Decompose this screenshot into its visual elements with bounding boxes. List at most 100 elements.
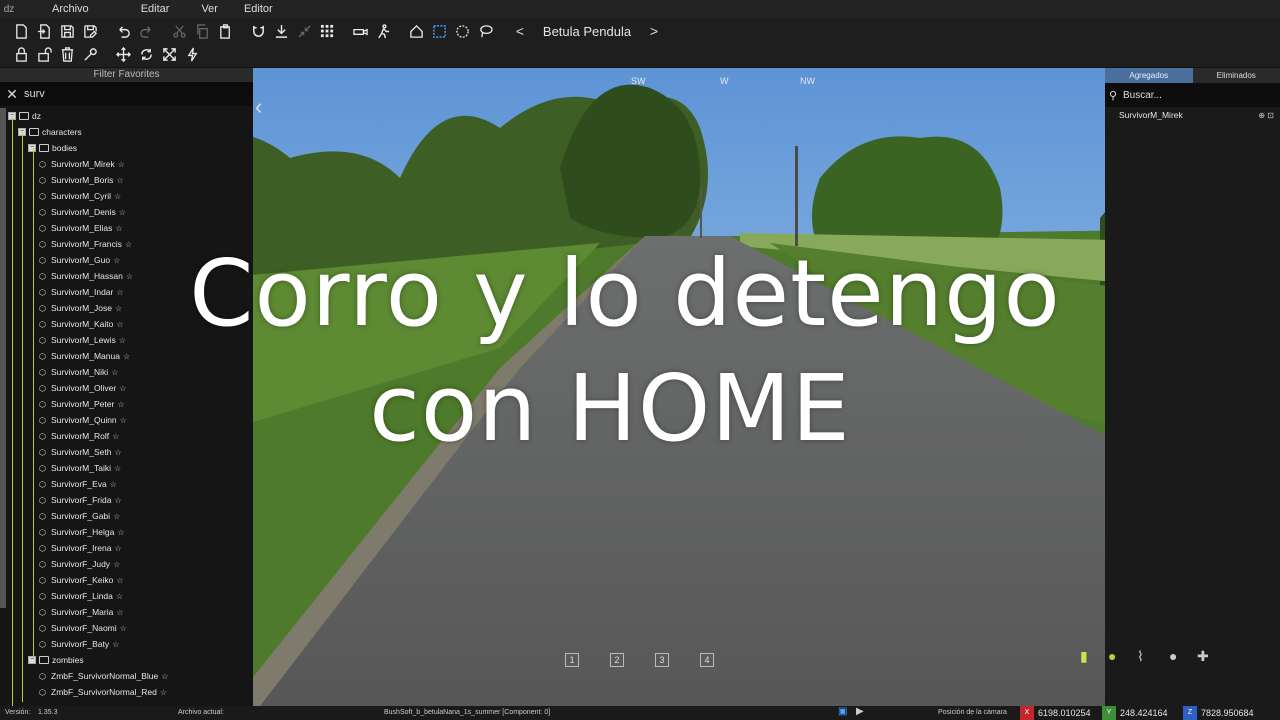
item-actions-icon[interactable]: ⊕ ⊡ xyxy=(1258,111,1274,120)
favorite-star-icon[interactable]: ☆ xyxy=(116,176,123,185)
tree-folder-characters[interactable]: −characters xyxy=(18,124,82,140)
tree-item[interactable]: ⬡ ZmbF_SurvivorNormal_Blue ☆ xyxy=(39,668,168,684)
favorite-star-icon[interactable]: ☆ xyxy=(114,448,121,457)
favorite-star-icon[interactable]: ☆ xyxy=(113,512,120,521)
tree-item[interactable]: ⬡ SurvivorM_Seth ☆ xyxy=(39,444,122,460)
collapse-icon[interactable] xyxy=(293,20,316,42)
tree-item[interactable]: ⬡ SurvivorM_Rolf ☆ xyxy=(39,428,119,444)
3d-viewport[interactable]: SW W NW ‹ 1 2 3 4 xyxy=(253,68,1105,706)
favorite-star-icon[interactable]: ☆ xyxy=(114,192,121,201)
object-search-input[interactable]: surv xyxy=(24,88,45,100)
walk-mode-icon[interactable] xyxy=(372,20,395,42)
tab-removed[interactable]: Eliminados xyxy=(1192,68,1280,83)
undo-icon[interactable] xyxy=(112,20,135,42)
tree-item[interactable]: ⬡ SurvivorM_Niki ☆ xyxy=(39,364,118,380)
unlock-icon[interactable] xyxy=(33,43,56,65)
preset-prev-button[interactable]: < xyxy=(505,23,535,39)
favorite-star-icon[interactable]: ☆ xyxy=(115,224,122,233)
favorite-star-icon[interactable]: ☆ xyxy=(112,432,119,441)
favorite-star-icon[interactable]: ☆ xyxy=(116,320,123,329)
redo-icon[interactable] xyxy=(135,20,158,42)
favorite-star-icon[interactable]: ☆ xyxy=(120,416,127,425)
favorite-star-icon[interactable]: ☆ xyxy=(123,352,130,361)
favorite-star-icon[interactable]: ☆ xyxy=(113,256,120,265)
apple-icon[interactable]: ● xyxy=(1108,648,1116,664)
favorite-star-icon[interactable]: ☆ xyxy=(120,624,127,633)
tree-folder-zombies[interactable]: − zombies xyxy=(28,652,84,668)
lightning-icon[interactable] xyxy=(181,43,204,65)
drop-icon[interactable]: ● xyxy=(1169,648,1177,664)
tree-item[interactable]: ⬡ SurvivorF_Helga ☆ xyxy=(39,524,124,540)
tree-item[interactable]: ⬡ SurvivorF_Linda ☆ xyxy=(39,588,123,604)
box-mode-icon[interactable]: ▣ xyxy=(838,706,847,717)
tree-folder-bodies[interactable]: − bodies xyxy=(28,140,77,156)
favorite-star-icon[interactable]: ☆ xyxy=(117,400,124,409)
tree-item[interactable]: ⬡ SurvivorM_Peter ☆ xyxy=(39,396,124,412)
layer-3-button[interactable]: 3 xyxy=(655,653,669,667)
menu-ver[interactable]: Ver xyxy=(189,3,230,15)
tree-item[interactable]: ⬡ SurvivorM_Guo ☆ xyxy=(39,252,120,268)
tree-item[interactable]: ⬡ SurvivorM_Denis ☆ xyxy=(39,204,126,220)
tree-item[interactable]: ⬡ SurvivorF_Gabi ☆ xyxy=(39,508,120,524)
favorite-star-icon[interactable]: ☆ xyxy=(126,272,133,281)
rotate-icon[interactable] xyxy=(135,43,158,65)
copy-icon[interactable] xyxy=(191,20,214,42)
favorite-star-icon[interactable]: ☆ xyxy=(117,528,124,537)
list-item[interactable]: SurvivorM_Mirek ⊕ ⊡ xyxy=(1105,107,1280,123)
clear-search-icon[interactable]: ✕ xyxy=(0,86,24,103)
favorite-star-icon[interactable]: ☆ xyxy=(112,640,119,649)
layer-4-button[interactable]: 4 xyxy=(700,653,714,667)
favorite-star-icon[interactable]: ☆ xyxy=(114,544,121,553)
tree-item[interactable]: ⬡ SurvivorM_Elias ☆ xyxy=(39,220,123,236)
layer-1-button[interactable]: 1 xyxy=(565,653,579,667)
tree-item[interactable]: ⬡ SurvivorM_Indar ☆ xyxy=(39,284,124,300)
magnet-icon[interactable] xyxy=(247,20,270,42)
favorite-star-icon[interactable]: ☆ xyxy=(125,240,132,249)
menu-editor[interactable]: Editor xyxy=(232,3,285,15)
tree-item[interactable]: ⬡ SurvivorF_Frida ☆ xyxy=(39,492,122,508)
menu-archivo[interactable]: Archivo xyxy=(40,3,101,15)
import-icon[interactable] xyxy=(33,20,56,42)
preset-next-button[interactable]: > xyxy=(639,23,669,39)
ground-snap-icon[interactable] xyxy=(270,20,293,42)
tree-item[interactable]: ⬡ SurvivorM_Mirek ☆ xyxy=(39,156,125,172)
tree-item[interactable]: ⬡ SurvivorM_Taiki ☆ xyxy=(39,460,121,476)
expand-toggle-icon[interactable]: − xyxy=(28,144,36,152)
tree-item[interactable]: ⬡ SurvivorM_Manua ☆ xyxy=(39,348,130,364)
favorite-star-icon[interactable]: ☆ xyxy=(160,688,167,697)
medical-cross-icon[interactable]: ✚ xyxy=(1197,648,1209,665)
grid-icon[interactable] xyxy=(316,20,339,42)
tree-item[interactable]: ⬡ SurvivorF_Naomi ☆ xyxy=(39,620,127,636)
paste-icon[interactable] xyxy=(214,20,237,42)
filter-favorites-tab[interactable]: Filter Favorites xyxy=(0,68,253,82)
circle-select-icon[interactable] xyxy=(451,20,474,42)
tree-item[interactable]: ⬡ SurvivorM_Quinn ☆ xyxy=(39,412,127,428)
save-as-icon[interactable] xyxy=(79,20,102,42)
tree-item[interactable]: ⬡ SurvivorF_Keiko ☆ xyxy=(39,572,124,588)
menu-editar[interactable]: Editar xyxy=(129,3,182,15)
cut-icon[interactable] xyxy=(168,20,191,42)
tree-item[interactable]: ⬡ SurvivorF_Irena ☆ xyxy=(39,540,122,556)
favorite-star-icon[interactable]: ☆ xyxy=(115,304,122,313)
tree-item[interactable]: ⬡ SurvivorM_Jose ☆ xyxy=(39,300,122,316)
favorite-star-icon[interactable]: ☆ xyxy=(118,160,125,169)
home-icon[interactable] xyxy=(405,20,428,42)
favorite-star-icon[interactable]: ☆ xyxy=(161,672,168,681)
lock-icon[interactable] xyxy=(10,43,33,65)
expand-toggle-icon[interactable]: − xyxy=(28,656,36,664)
tree-item[interactable]: ⬡ SurvivorM_Oliver ☆ xyxy=(39,380,126,396)
save-icon[interactable] xyxy=(56,20,79,42)
favorite-star-icon[interactable]: ☆ xyxy=(119,208,126,217)
favorite-star-icon[interactable]: ☆ xyxy=(116,592,123,601)
tree-item[interactable]: ⬡ SurvivorM_Hassan ☆ xyxy=(39,268,133,284)
scale-icon[interactable] xyxy=(158,43,181,65)
pipette-icon[interactable] xyxy=(79,43,102,65)
tree-item[interactable]: ⬡ SurvivorM_Kaito ☆ xyxy=(39,316,124,332)
favorite-star-icon[interactable]: ☆ xyxy=(113,560,120,569)
tree-item[interactable]: ⬡ SurvivorF_Eva ☆ xyxy=(39,476,117,492)
tree-item[interactable]: ⬡ SurvivorF_Baty ☆ xyxy=(39,636,119,652)
thermometer-icon[interactable]: ⌇ xyxy=(1137,648,1144,665)
delete-icon[interactable] xyxy=(56,43,79,65)
tree-item[interactable]: ⬡ SurvivorF_Judy ☆ xyxy=(39,556,120,572)
camera-cinematic-icon[interactable] xyxy=(349,20,372,42)
